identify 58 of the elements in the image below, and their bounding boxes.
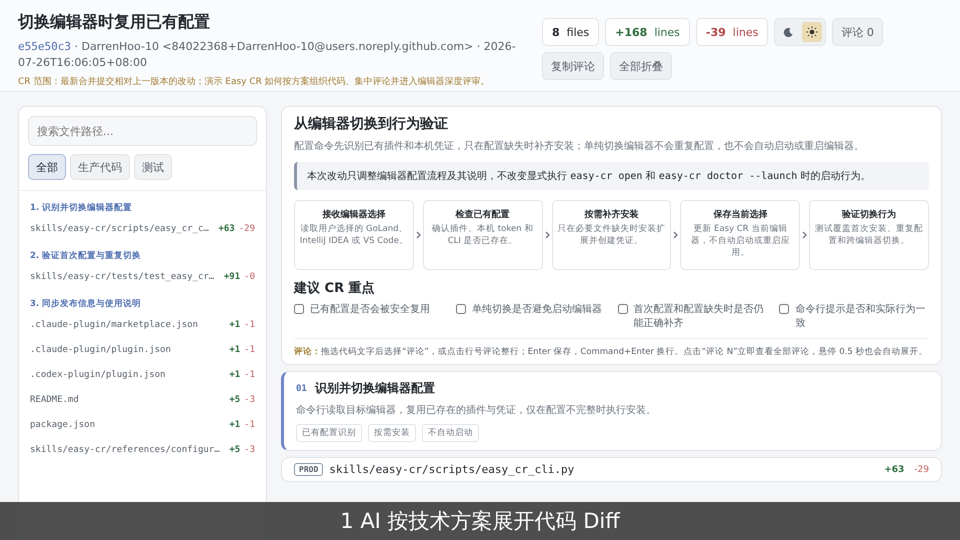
checkbox[interactable] — [779, 304, 790, 314]
checkbox-label: 单纯切换是否避免启动编辑器 — [472, 302, 602, 316]
action-button[interactable]: 全部折叠 — [610, 52, 672, 80]
filter-tab[interactable]: 全部 — [28, 154, 66, 180]
scope-callout: 本次改动只调整编辑器配置流程及其说明，不改变显式执行 easy-cr open 和 easy-cr doctor --launch 时的启动行为。 — [294, 162, 929, 190]
file-item[interactable]: skills/easy-cr/scripts/easy_cr_c… +63 -29 — [30, 216, 255, 241]
stat-badge: -39 lines — [696, 18, 768, 46]
flow-step: 接收编辑器选择 读取用户选择的 GoLand、IntelliJ IDEA 或 VS Code。 — [294, 200, 414, 270]
group-title: 1. 识别并切换编辑器配置 — [30, 202, 134, 214]
file-item[interactable]: .codex-plugin/plugin.json +1 -1 — [30, 362, 255, 387]
chevron-icon — [673, 231, 678, 239]
prod-tag: PROD — [294, 463, 324, 476]
flow-step: 保存当前选择 更新 Easy CR 当前编辑器，不自动启动或重启应用。 — [680, 200, 800, 270]
commit-meta: e55e50c3 · DarrenHoo-10 <84022368+DarrenHoo-10@users.noreply.github.com> · 2026-07-26T16:06:05+08:00 — [18, 39, 517, 71]
tag: 按需安装 — [368, 424, 416, 442]
stat-badge: 8 files — [542, 18, 600, 46]
tag: 已有配置识别 — [296, 424, 362, 442]
checkbox-label: 命令行提示是否和实际行为一致 — [795, 302, 926, 330]
flow-step: 按需补齐安装 只在必要文件缺失时安装扩展并创建凭证。 — [552, 200, 672, 270]
file-item[interactable]: package.json +1 -1 — [30, 412, 255, 437]
flow-step: 检查已有配置 确认插件、本机 token 和 CLI 是否已存在。 — [422, 200, 543, 270]
group-title: 2. 验证首次配置与重复切换 — [30, 250, 142, 262]
checkbox[interactable] — [294, 304, 304, 314]
checkbox-label: 已有配置是否会被安全复用 — [310, 302, 430, 316]
video-caption: 1 AI 按技术方案展开代码 Diff — [0, 502, 960, 540]
file-item[interactable]: skills/easy-cr/references/configur… +5 -3 — [30, 437, 255, 462]
group-title: 3. 同步发布信息与使用说明 — [30, 298, 142, 310]
file-item[interactable]: .claude-plugin/plugin.json +1 -1 — [30, 337, 255, 362]
file-item[interactable]: README.md +5 -3 — [30, 387, 255, 412]
added-count: +63 — [884, 464, 904, 474]
section-title: 识别并切换编辑器配置 — [314, 380, 435, 397]
filter-tab[interactable]: 生产代码 — [70, 154, 130, 180]
stat-badge: +168 lines — [605, 18, 690, 46]
file-path: skills/easy-cr/scripts/easy_cr_cli.py — [329, 463, 576, 476]
action-button[interactable]: 复制评论 — [542, 52, 604, 80]
removed-count: -29 — [914, 464, 929, 474]
scope-note: CR 范围：最新合并提交相对上一版本的改动；演示 Easy CR 如何按方案组织代码、集中评论并进入编辑器深度评审。 — [18, 75, 491, 88]
sun-icon[interactable] — [802, 22, 822, 42]
focus-title: 建议 CR 重点 — [294, 280, 376, 297]
checkbox[interactable] — [456, 304, 466, 314]
overview-description: 配置命令先识别已有插件和本机凭证，只在配置缺失时补齐安装；单纯切换编辑器不会重复配置，也不会自动启动或重启编辑器。 — [294, 140, 865, 153]
commit-title: 切换编辑器时复用已有配置 — [18, 12, 211, 33]
section-description: 命令行读取目标编辑器，复用已存在的插件与凭证，仅在配置不完整时执行安装。 — [296, 404, 657, 417]
file-item[interactable]: skills/easy-cr/tests/test_easy_cr… +91 -0 — [30, 264, 255, 289]
search-field[interactable]: 搜索文件路径... — [28, 116, 257, 146]
chevron-icon — [802, 231, 808, 239]
filter-tab[interactable]: 测试 — [134, 154, 172, 180]
overview-title: 从编辑器切换到行为验证 — [294, 115, 449, 133]
checkbox-label: 首次配置和配置缺失时是否仍能正确补齐 — [634, 302, 764, 330]
section-number: 01 — [296, 384, 307, 394]
chevron-icon — [544, 231, 550, 239]
flow-step: 验证切换行为 测试覆盖首次安装、重复配置和跨编辑器切换。 — [809, 200, 929, 270]
file-item[interactable]: .claude-plugin/marketplace.json +1 -1 — [30, 312, 255, 337]
comment-hint: 评论：拖选代码文字后选择“评论”，或点击行号评论整行；Enter 保存，Command+Enter 换行。点击“评论 N”立即查看全部评论，悬停 0.5 秒也会自动展开。 — [294, 346, 928, 358]
action-button[interactable]: 评论 0 — [832, 18, 883, 46]
checkbox[interactable] — [618, 304, 628, 314]
tag: 不自动启动 — [422, 424, 479, 442]
chevron-icon — [416, 231, 421, 239]
